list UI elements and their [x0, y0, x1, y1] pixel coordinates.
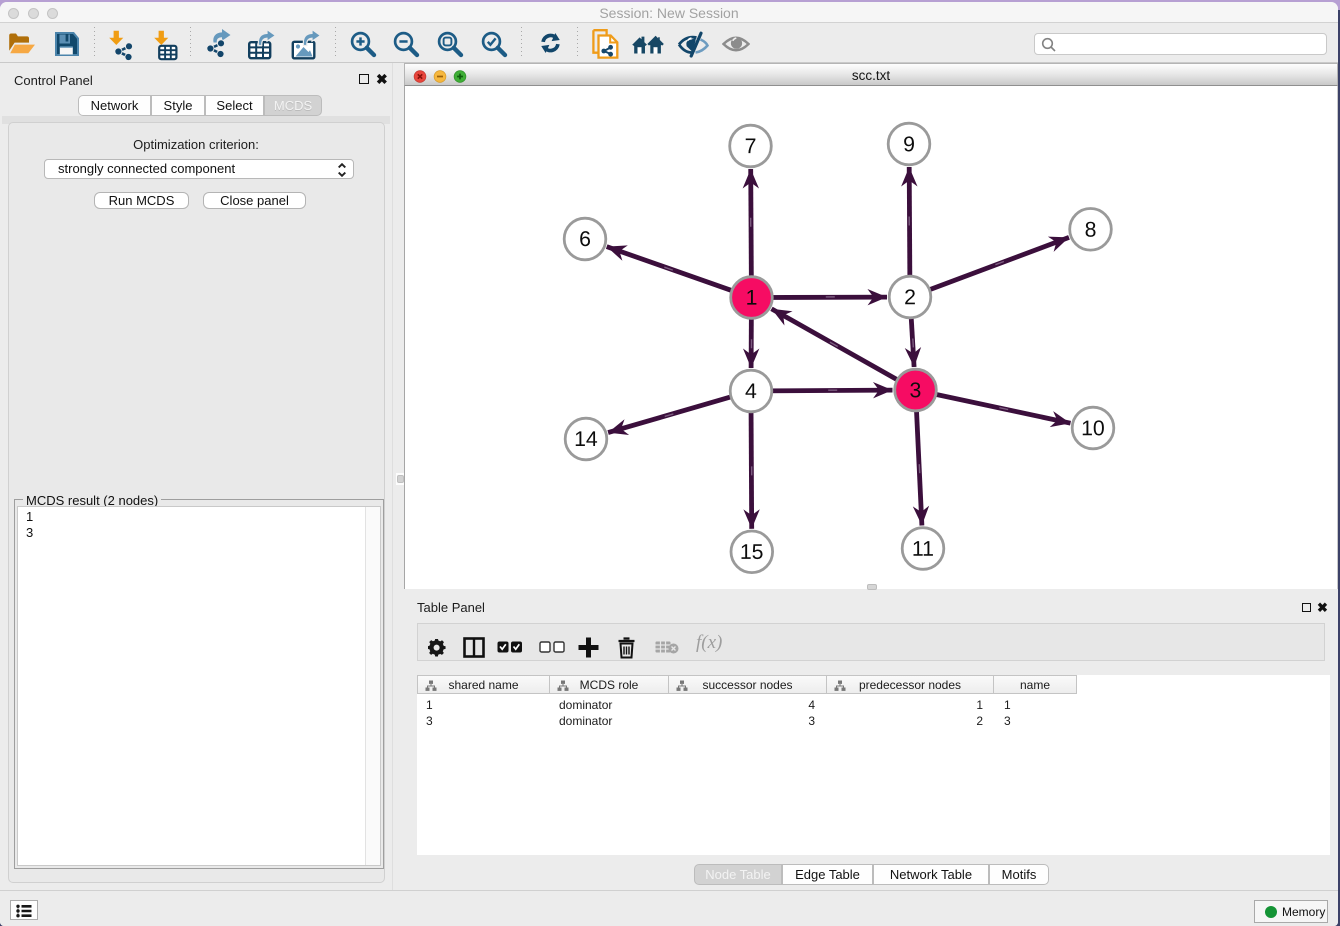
svg-text:11: 11: [912, 537, 934, 561]
svg-text:1: 1: [746, 286, 758, 310]
svg-text:10: 10: [1081, 416, 1105, 440]
svg-text:6: 6: [579, 227, 591, 251]
svg-text:3: 3: [910, 378, 922, 402]
svg-text:7: 7: [745, 134, 757, 158]
svg-text:14: 14: [574, 427, 598, 451]
svg-text:8: 8: [1085, 218, 1097, 242]
svg-text:2: 2: [904, 285, 916, 309]
svg-text:4: 4: [745, 379, 757, 403]
svg-text:15: 15: [740, 540, 764, 564]
svg-text:9: 9: [903, 132, 915, 156]
